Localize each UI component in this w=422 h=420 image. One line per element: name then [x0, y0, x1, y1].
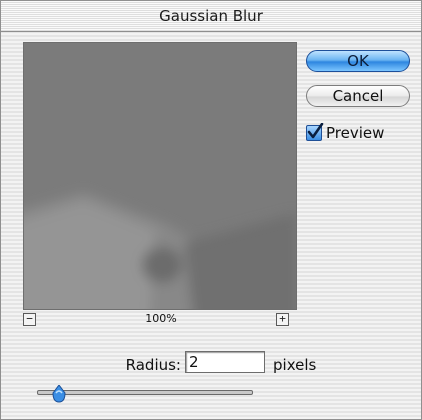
preview-toggle[interactable]: Preview: [306, 123, 385, 142]
zoom-in-button[interactable]: +: [276, 313, 289, 326]
zoom-out-button[interactable]: −: [23, 313, 36, 326]
zoom-level: 100%: [145, 312, 177, 325]
radius-input[interactable]: [185, 351, 265, 373]
radius-slider-thumb[interactable]: [52, 385, 66, 403]
radius-units-label: pixels: [273, 356, 317, 374]
radius-label: Radius:: [125, 356, 181, 374]
cancel-button[interactable]: Cancel: [306, 85, 410, 107]
radius-slider-track[interactable]: [37, 390, 253, 395]
preview-image[interactable]: [23, 42, 297, 310]
preview-label: Preview: [326, 124, 385, 142]
preview-image-graphic: [24, 43, 296, 309]
dialog-title: Gaussian Blur: [159, 7, 263, 25]
title-bar[interactable]: Gaussian Blur: [1, 1, 421, 32]
gaussian-blur-dialog: Gaussian Blur − 100% + OK Cancel Preview…: [0, 0, 422, 420]
ok-button[interactable]: OK: [306, 50, 410, 72]
checkmark-icon: [307, 123, 324, 139]
preview-checkbox[interactable]: [306, 123, 324, 141]
